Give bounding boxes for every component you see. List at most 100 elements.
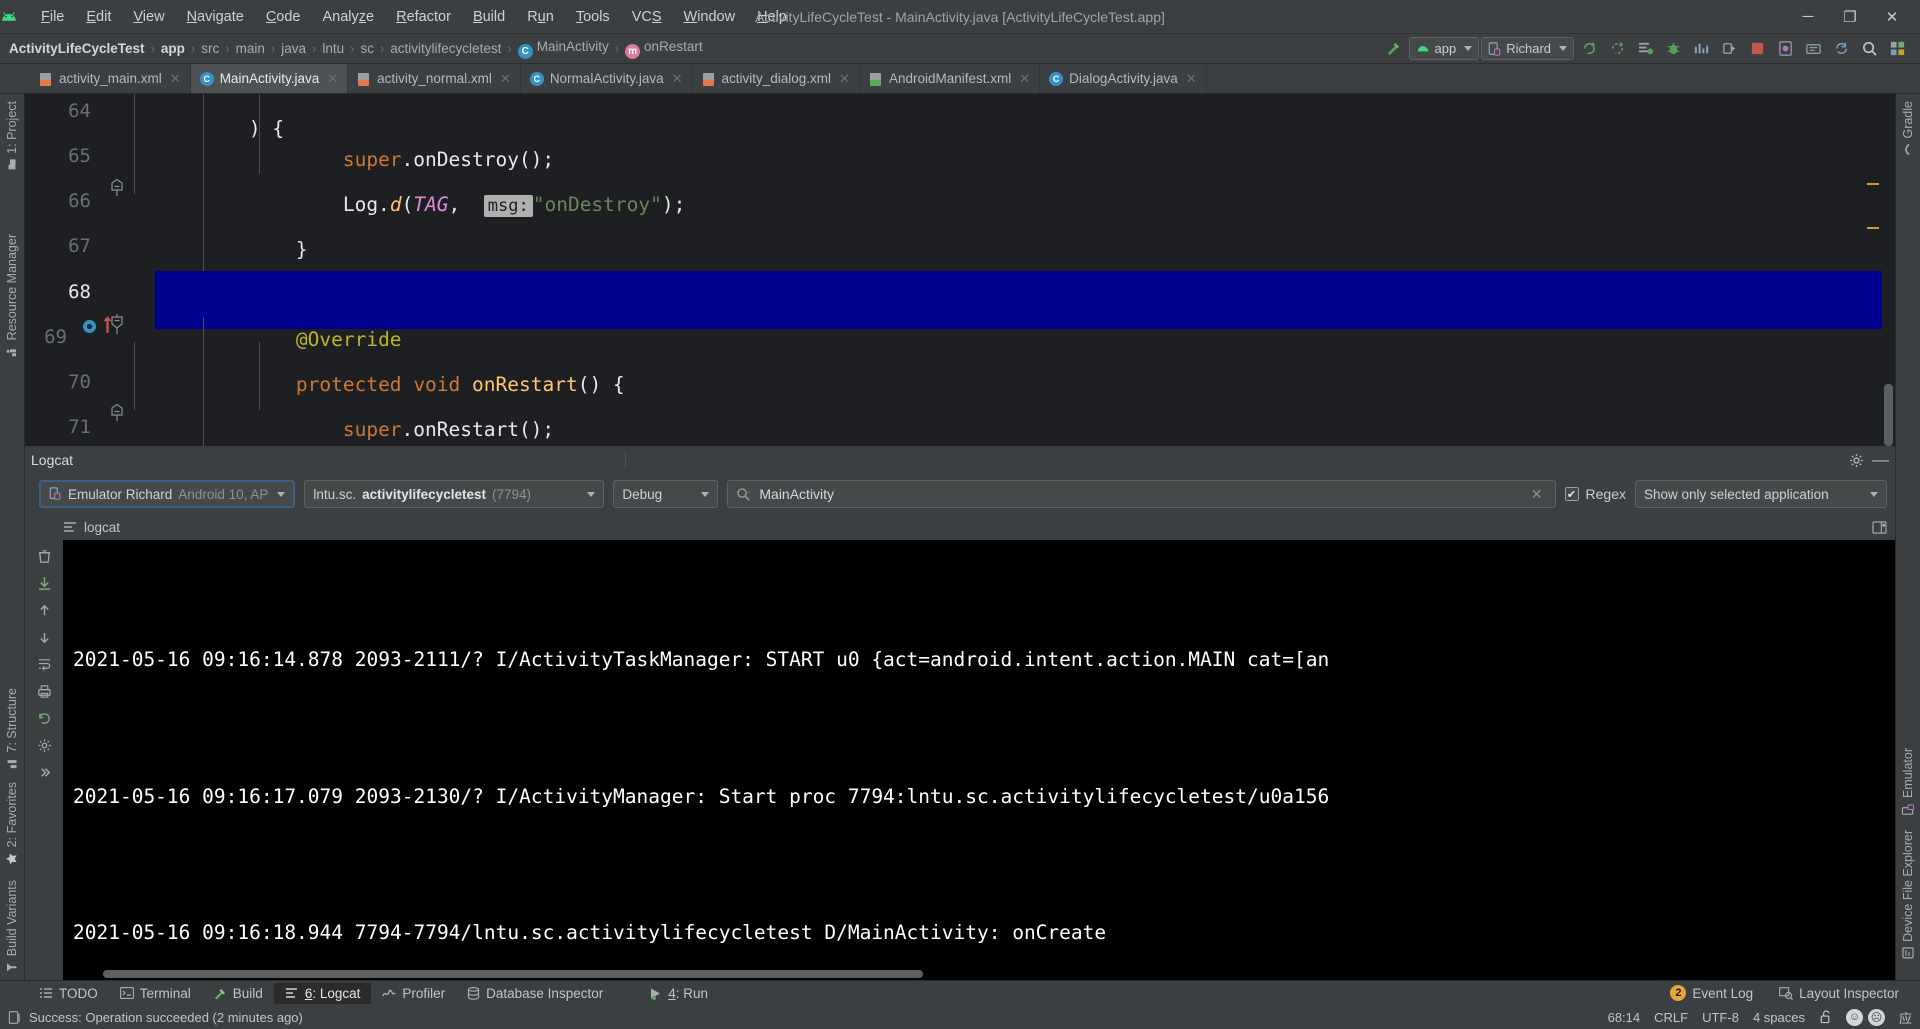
expand-icon[interactable] — [32, 760, 56, 784]
restart-icon[interactable] — [32, 706, 56, 730]
method-override-marker-icon[interactable] — [82, 319, 97, 334]
menu-view[interactable]: View — [122, 5, 175, 29]
ime-indicator[interactable]: ☺ ☹ — [1845, 1008, 1885, 1026]
editor-tab-activity-main-xml[interactable]: activity_main.xml ✕ — [30, 64, 191, 93]
close-tab-icon[interactable]: ✕ — [1019, 71, 1030, 87]
run-with-coverage-icon[interactable] — [1604, 37, 1630, 61]
maximize-button[interactable]: ❐ — [1830, 3, 1870, 31]
fold-marker-start-icon[interactable] — [110, 314, 125, 334]
debug-icon[interactable] — [1660, 37, 1686, 61]
close-button[interactable]: ✕ — [1872, 3, 1912, 31]
breadcrumb-item-project[interactable]: ActivityLifeCycleTest — [6, 39, 148, 58]
bottom-item-terminal[interactable]: Terminal — [109, 983, 202, 1004]
breadcrumb-item-sc[interactable]: sc — [357, 39, 377, 58]
logcat-output-area[interactable]: 2021-05-16 09:16:14.878 2093-2111/? I/Ac… — [25, 540, 1895, 980]
search-icon[interactable] — [736, 487, 751, 502]
menu-file[interactable]: File — [30, 5, 75, 29]
clear-search-icon[interactable]: ✕ — [1527, 486, 1547, 503]
bottom-item-database-inspector[interactable]: Database Inspector — [456, 983, 614, 1004]
sync-gradle-icon[interactable] — [1828, 37, 1854, 61]
sidebar-item-project[interactable]: 1: Project — [2, 94, 22, 177]
sidebar-item-resource-manager[interactable]: Resource Manager — [2, 227, 22, 364]
editor-tab-activity-normal-xml[interactable]: activity_normal.xml ✕ — [348, 64, 521, 93]
logcat-horizontal-scrollbar[interactable] — [63, 968, 1882, 980]
editor-tab-activity-dialog-xml[interactable]: activity_dialog.xml ✕ — [693, 64, 860, 93]
clear-logcat-icon[interactable] — [32, 544, 56, 568]
sidebar-item-structure[interactable]: 7: Structure — [2, 681, 22, 776]
make-project-icon[interactable] — [1381, 37, 1407, 61]
line-separator[interactable]: CRLF — [1654, 1010, 1688, 1025]
code-text-area[interactable]: ) { super.onDestroy(); Log.d(TAG, msg: "o… — [155, 94, 1895, 446]
logcat-search-input[interactable]: MainActivity ✕ — [727, 480, 1556, 508]
process-selector-dropdown[interactable]: lntu.sc. activitylifecycletest (7794) — [304, 480, 605, 508]
split-view-icon[interactable] — [1872, 520, 1887, 534]
sidebar-item-gradle[interactable]: Gradle — [1898, 94, 1918, 163]
breadcrumb-item-main[interactable]: main — [233, 39, 268, 58]
editor-scrollbar-thumb[interactable] — [1884, 384, 1893, 446]
bottom-item-build[interactable]: Build — [202, 983, 274, 1004]
bottom-item-run[interactable]: 4: Run — [638, 983, 719, 1004]
unlocked-padlock-icon[interactable] — [1819, 1010, 1832, 1024]
sidebar-item-device-file-explorer[interactable]: Device File Explorer — [1898, 823, 1918, 966]
sidebar-item-emulator[interactable]: Emulator — [1898, 741, 1918, 823]
up-icon[interactable] — [32, 598, 56, 622]
project-structure-icon[interactable] — [1884, 37, 1910, 61]
breadcrumb-item-src[interactable]: src — [198, 39, 222, 58]
ime-mode-label[interactable]: 应 — [1899, 1008, 1912, 1027]
close-tab-icon[interactable]: ✕ — [1186, 71, 1197, 87]
editor-tab-normalactivity-java[interactable]: C NormalActivity.java ✕ — [521, 64, 693, 93]
close-tab-icon[interactable]: ✕ — [327, 71, 338, 87]
editor-tab-androidmanifest-xml[interactable]: AndroidManifest.xml ✕ — [860, 64, 1041, 93]
close-tab-icon[interactable]: ✕ — [839, 71, 850, 87]
file-encoding[interactable]: UTF-8 — [1702, 1010, 1739, 1025]
error-stripe-mark[interactable] — [1867, 227, 1879, 229]
menu-analyze[interactable]: Analyze — [312, 5, 386, 29]
log-level-selector[interactable]: Debug — [613, 480, 719, 508]
caret-position[interactable]: 68:14 — [1608, 1010, 1641, 1025]
menu-build[interactable]: Build — [462, 5, 516, 29]
apply-changes-icon[interactable] — [1632, 37, 1658, 61]
menu-tools[interactable]: Tools — [565, 5, 621, 29]
attach-debugger-icon[interactable] — [1716, 37, 1742, 61]
settings-icon[interactable] — [32, 733, 56, 757]
stop-icon[interactable] — [1744, 37, 1770, 61]
sidebar-item-favorites[interactable]: 2: Favorites — [2, 775, 22, 872]
soft-wrap-icon[interactable] — [32, 652, 56, 676]
profile-icon[interactable] — [1688, 37, 1714, 61]
close-tab-icon[interactable]: ✕ — [170, 71, 181, 87]
minimize-button[interactable]: ─ — [1788, 3, 1828, 31]
menu-vcs[interactable]: VCS — [621, 5, 673, 29]
print-icon[interactable] — [32, 679, 56, 703]
breadcrumb-item-java[interactable]: java — [278, 39, 309, 58]
avd-manager-icon[interactable] — [1772, 37, 1798, 61]
search-everywhere-icon[interactable] — [1856, 37, 1882, 61]
logcat-log-text[interactable]: 2021-05-16 09:16:14.878 2093-2111/? I/Ac… — [63, 540, 1895, 980]
bottom-item-profiler[interactable]: Profiler — [371, 983, 456, 1004]
logcat-hscroll-thumb[interactable] — [103, 970, 923, 978]
logcat-subtab-label[interactable]: logcat — [84, 520, 120, 535]
breadcrumb-item-lntu[interactable]: lntu — [319, 39, 347, 58]
bottom-item-todo[interactable]: TODO — [28, 983, 109, 1004]
regex-checkbox[interactable]: ✔ Regex — [1564, 486, 1626, 502]
breadcrumb-item-package[interactable]: activitylifecycletest — [387, 39, 504, 58]
code-editor[interactable]: 64 65 66 67 68 69 70 71 72 — [25, 94, 1895, 446]
indent-setting[interactable]: 4 spaces — [1753, 1010, 1805, 1025]
close-tab-icon[interactable]: ✕ — [672, 71, 683, 87]
fold-marker-end-icon[interactable] — [110, 404, 125, 422]
down-icon[interactable] — [32, 625, 56, 649]
run-icon[interactable] — [1576, 37, 1602, 61]
logcat-vertical-scrollbar[interactable] — [1882, 540, 1895, 980]
bottom-item-layout-inspector[interactable]: Layout Inspector — [1768, 983, 1910, 1004]
menu-help[interactable]: Help — [746, 5, 798, 29]
scope-filter-dropdown[interactable]: Show only selected application — [1635, 480, 1887, 508]
error-stripe-mark[interactable] — [1867, 183, 1879, 185]
bottom-item-event-log[interactable]: 2 Event Log — [1659, 982, 1764, 1004]
minimize-icon[interactable]: — — [1872, 451, 1889, 468]
editor-tab-mainactivity-java[interactable]: C MainActivity.java ✕ — [190, 64, 349, 93]
gear-icon[interactable] — [1849, 453, 1864, 468]
editor-vertical-scrollbar[interactable] — [1882, 94, 1895, 446]
breadcrumb-item-app[interactable]: app — [158, 39, 188, 58]
sidebar-item-build-variants[interactable]: Build Variants — [2, 873, 22, 980]
run-configuration-selector[interactable]: app — [1408, 37, 1480, 60]
breadcrumb-item-class[interactable]: C MainActivity — [515, 37, 612, 61]
